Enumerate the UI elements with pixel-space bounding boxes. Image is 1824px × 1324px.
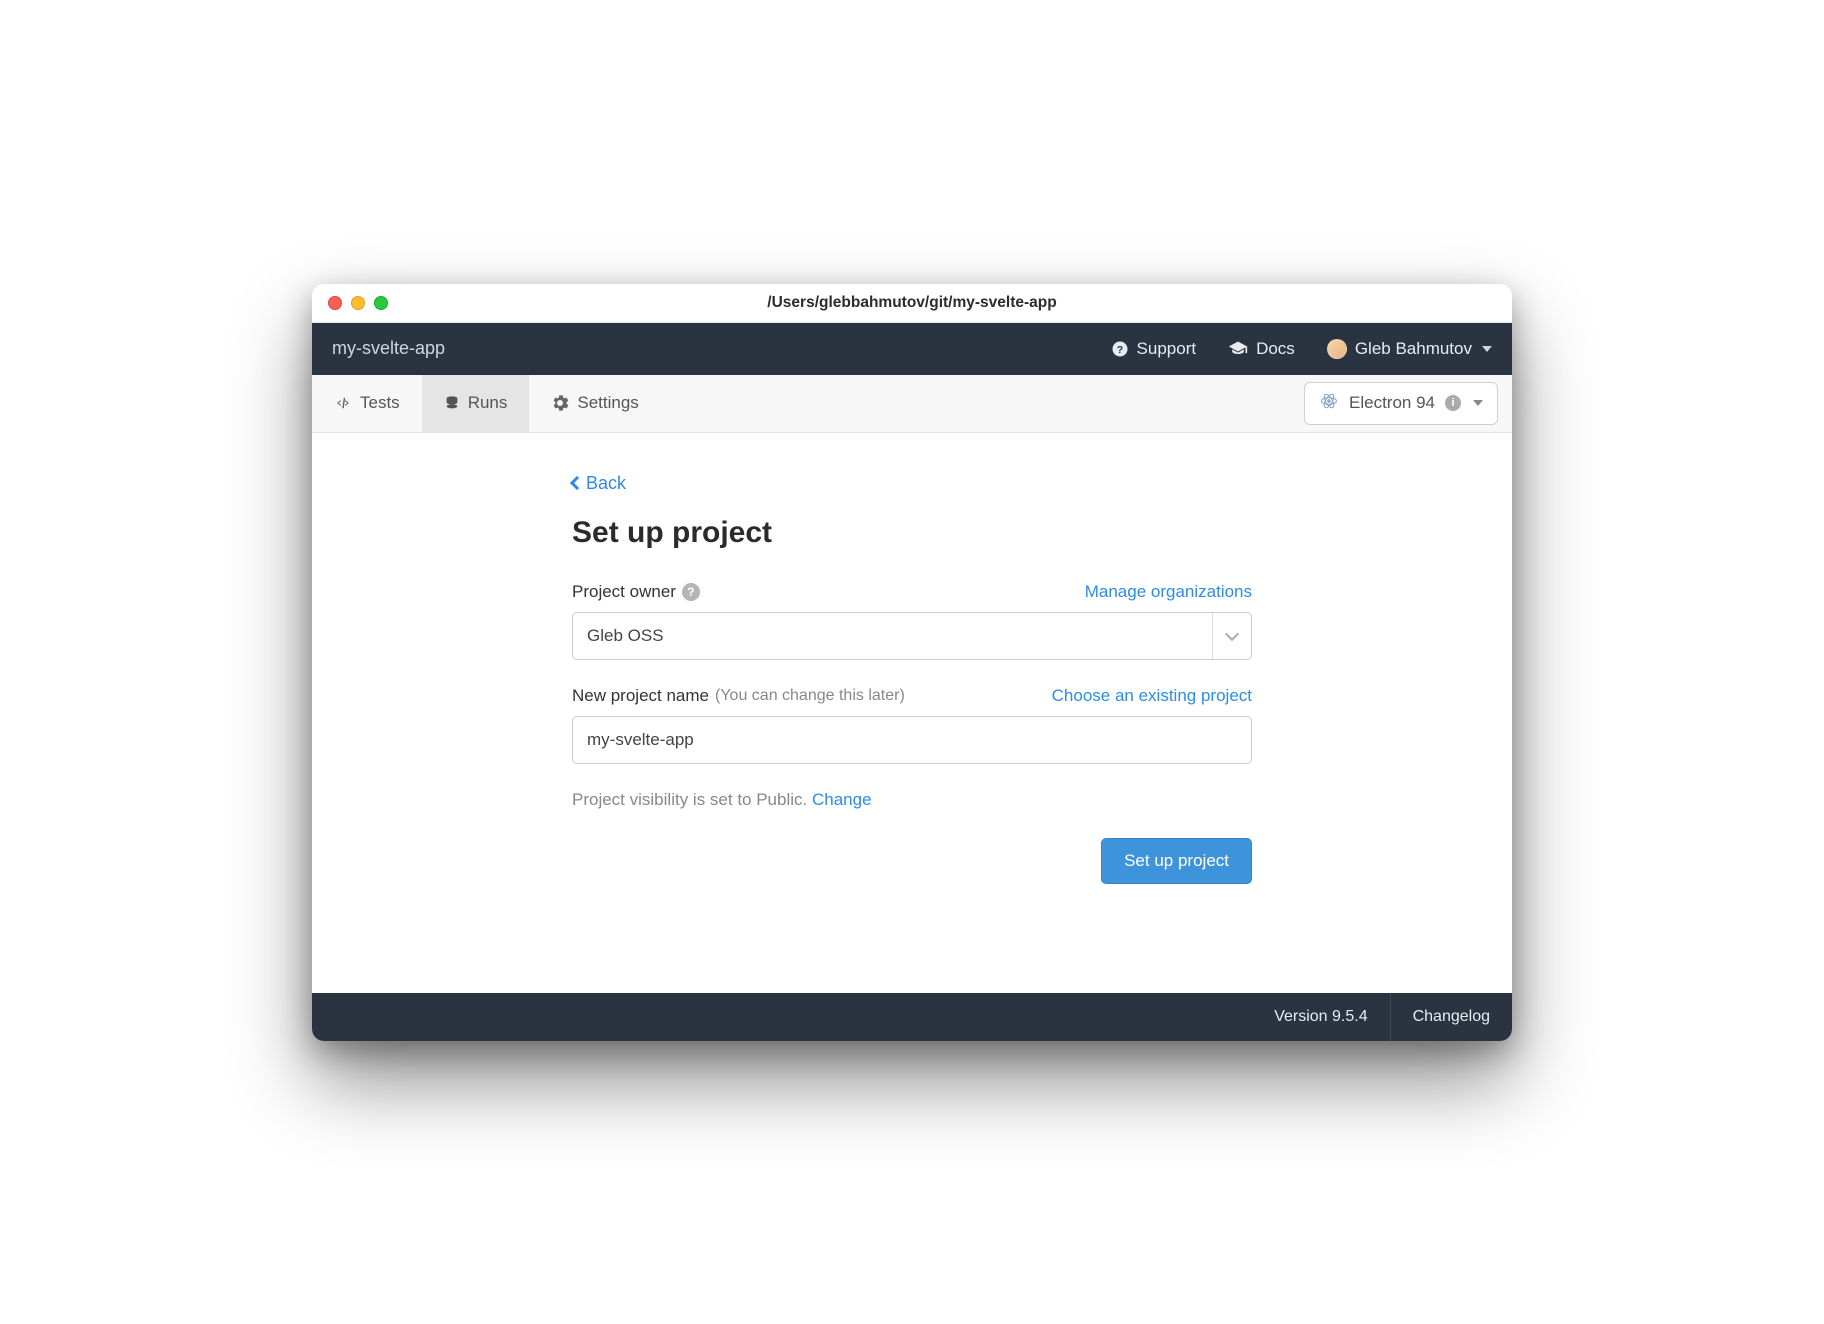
visibility-row: Project visibility is set to Public. Cha… [572,790,1252,810]
project-owner-field: Project owner ? Manage organizations Gle… [572,582,1252,660]
project-name-field: New project name (You can change this la… [572,686,1252,764]
user-menu[interactable]: Gleb Bahmutov [1327,339,1492,359]
svg-text:?: ? [1116,343,1122,355]
code-icon [334,394,352,412]
tab-runs[interactable]: Runs [422,375,530,432]
choose-existing-link[interactable]: Choose an existing project [1052,686,1252,706]
tabbar: Tests Runs Settings Electron 94 i [312,375,1512,433]
project-name-input[interactable] [572,716,1252,764]
page-title: Set up project [572,516,1252,550]
docs-link[interactable]: Docs [1228,339,1295,359]
name-label: New project name [572,686,709,706]
owner-value: Gleb OSS [587,626,664,646]
tab-tests-label: Tests [360,393,400,413]
manage-organizations-link[interactable]: Manage organizations [1085,582,1252,602]
caret-down-icon [1473,400,1483,406]
traffic-lights [328,296,388,310]
app-window: /Users/glebbahmutov/git/my-svelte-app my… [312,284,1512,1041]
tabs: Tests Runs Settings [312,375,661,432]
navbar-right: ? Support Docs Gleb Bahmutov [1111,339,1492,359]
field-header: New project name (You can change this la… [572,686,1252,706]
footer: Version 9.5.4 Changelog [312,993,1512,1041]
support-link[interactable]: ? Support [1111,339,1197,359]
visibility-text: Project visibility is set to Public. [572,790,812,809]
close-window-icon[interactable] [328,296,342,310]
info-icon: i [1445,395,1461,411]
content-inner: Back Set up project Project owner ? Mana… [562,473,1262,884]
maximize-window-icon[interactable] [374,296,388,310]
setup-project-button[interactable]: Set up project [1101,838,1252,884]
browser-label: Electron 94 [1349,393,1435,413]
browser-selector[interactable]: Electron 94 i [1304,382,1498,425]
support-label: Support [1137,339,1197,359]
question-circle-icon: ? [1111,340,1129,358]
database-icon [444,395,460,411]
window-title: /Users/glebbahmutov/git/my-svelte-app [767,294,1056,312]
navbar: my-svelte-app ? Support Docs Gleb Bahmut… [312,323,1512,375]
avatar-icon [1327,339,1347,359]
tab-settings[interactable]: Settings [529,375,660,432]
owner-label: Project owner [572,582,676,602]
graduation-cap-icon [1228,339,1248,359]
content: Back Set up project Project owner ? Mana… [312,433,1512,993]
chevron-down-icon [1225,626,1239,640]
visibility-change-link[interactable]: Change [812,790,872,809]
tab-settings-label: Settings [577,393,638,413]
titlebar: /Users/glebbahmutov/git/my-svelte-app [312,284,1512,323]
tab-tests[interactable]: Tests [312,375,422,432]
minimize-window-icon[interactable] [351,296,365,310]
app-name: my-svelte-app [332,338,445,359]
back-link[interactable]: Back [572,473,626,494]
select-chevron-wrap [1212,613,1237,659]
name-sublabel: (You can change this later) [715,687,905,705]
tab-runs-label: Runs [468,393,508,413]
user-name: Gleb Bahmutov [1355,339,1472,359]
name-label-wrap: New project name (You can change this la… [572,686,905,706]
version-label: Version 9.5.4 [1252,993,1389,1041]
electron-icon [1319,391,1339,416]
owner-select[interactable]: Gleb OSS [572,612,1252,660]
chevron-left-icon [570,476,584,490]
back-label: Back [586,473,626,494]
caret-down-icon [1482,346,1492,352]
gear-icon [551,394,569,412]
help-icon[interactable]: ? [682,583,700,601]
actions: Set up project [572,838,1252,884]
changelog-link[interactable]: Changelog [1391,993,1512,1041]
owner-label-wrap: Project owner ? [572,582,700,602]
field-header: Project owner ? Manage organizations [572,582,1252,602]
docs-label: Docs [1256,339,1295,359]
